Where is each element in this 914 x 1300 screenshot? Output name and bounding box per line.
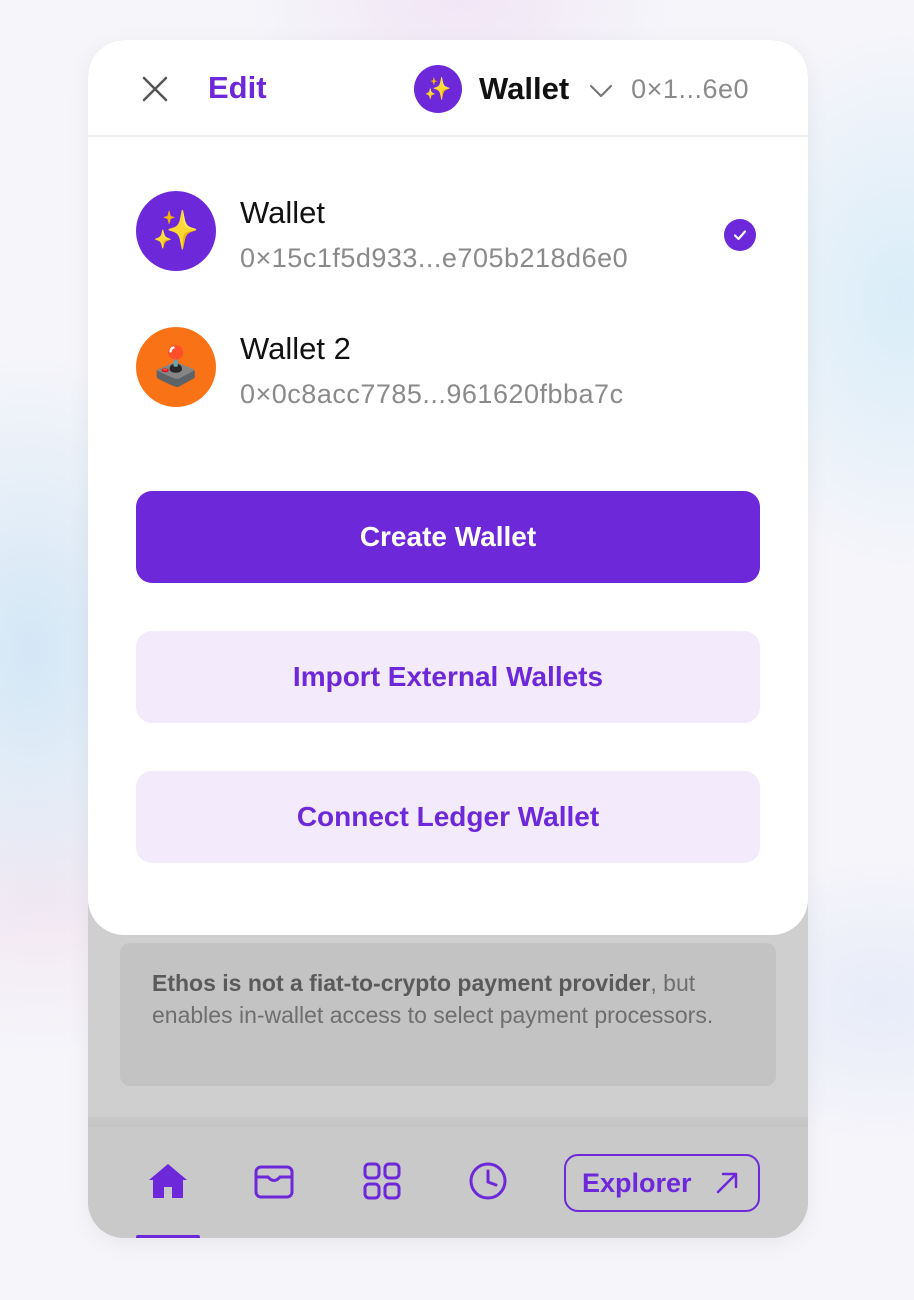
explorer-label: Explorer: [582, 1167, 692, 1198]
wallet-switcher-sheet: Edit ✨ Wallet 0×1...6e0 ✨ Wallet 0×15c1f…: [88, 40, 808, 935]
sparkles-icon: ✨: [414, 65, 462, 113]
history-clock-icon: [469, 1162, 507, 1200]
wallet-popup: Ethos is not a fiat-to-crypto payment pr…: [88, 40, 808, 1238]
edit-button[interactable]: Edit: [208, 70, 267, 106]
explorer-button[interactable]: Explorer: [564, 1154, 760, 1212]
wallet-address: 0×15c1f5d933...e705b218d6e0: [240, 243, 629, 273]
wallet-list-item[interactable]: ✨ Wallet 0×15c1f5d933...e705b218d6e0: [136, 191, 760, 273]
nav-active-indicator: [136, 1235, 200, 1238]
close-button[interactable]: [140, 74, 170, 104]
external-arrow-icon: [716, 1172, 738, 1194]
nav-wallet[interactable]: [250, 1157, 298, 1205]
sparkles-icon: ✨: [136, 191, 216, 271]
chevron-down-icon: [590, 84, 613, 98]
bottom-nav: Explorer: [88, 1127, 808, 1238]
wallet-icon: [254, 1165, 294, 1199]
selected-check-icon: [724, 219, 756, 251]
home-icon: [149, 1164, 187, 1198]
joystick-icon: 🕹️: [136, 327, 216, 407]
nav-home[interactable]: [144, 1157, 192, 1205]
wallet-list-item[interactable]: 🕹️ Wallet 2 0×0c8acc7785...961620fbba7c: [136, 327, 760, 409]
close-icon: [142, 76, 168, 102]
bottom-divider: [88, 1117, 808, 1127]
apps-grid-icon: [363, 1162, 401, 1200]
wallet-name: Wallet 2: [240, 331, 351, 366]
sheet-header: Edit ✨ Wallet 0×1...6e0: [88, 40, 808, 137]
nav-apps[interactable]: [358, 1157, 406, 1205]
import-external-wallets-button[interactable]: Import External Wallets: [136, 631, 760, 723]
fiat-info-box: Ethos is not a fiat-to-crypto payment pr…: [120, 943, 776, 1086]
current-wallet-address: 0×1...6e0: [631, 73, 749, 104]
wallet-name: Wallet: [240, 195, 325, 230]
create-wallet-button[interactable]: Create Wallet: [136, 491, 760, 583]
wallet-address: 0×0c8acc7785...961620fbba7c: [240, 379, 624, 409]
current-wallet-selector[interactable]: ✨ Wallet 0×1...6e0: [414, 64, 749, 114]
connect-ledger-wallet-button[interactable]: Connect Ledger Wallet: [136, 771, 760, 863]
nav-history[interactable]: [464, 1157, 512, 1205]
info-bold-text: Ethos is not a fiat-to-crypto payment pr…: [152, 970, 651, 996]
current-wallet-name: Wallet: [479, 71, 570, 106]
